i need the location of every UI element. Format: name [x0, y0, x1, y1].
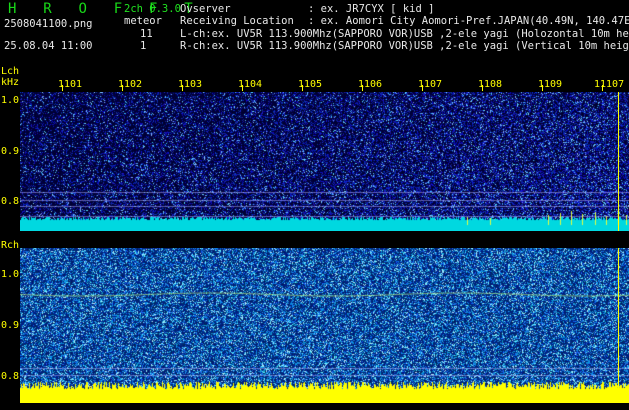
time-tick-mark — [482, 85, 483, 91]
mode-label: 2ch 0.3.0 — [124, 3, 181, 15]
lch-unit-label: kHz — [1, 77, 20, 88]
lch-label: Lch — [1, 66, 20, 77]
lch-ytick-0-8: 0.8 — [1, 196, 20, 207]
lch-receiver-info: L-ch:ex. UV5R 113.900Mhz(SAPPORO VOR)USB… — [180, 28, 629, 40]
rch-ytick-1-0: 1.0 — [1, 269, 20, 280]
count-label: meteor — [124, 15, 162, 27]
time-tick-mark — [122, 85, 123, 91]
meteor-count-rch: 1 — [140, 40, 147, 52]
lch-current-time-marker — [618, 92, 619, 231]
time-tick-mark — [602, 85, 603, 91]
lch-ytick-1-0: 1.0 — [1, 95, 20, 106]
time-tick-mark — [302, 85, 303, 91]
time-tick-mark — [362, 85, 363, 91]
time-tick-mark — [542, 85, 543, 91]
lch-ytick-0-9: 0.9 — [1, 146, 20, 157]
time-tick-mark — [422, 85, 423, 91]
lch-spectrogram — [20, 92, 629, 231]
location-value: : ex. Aomori City Aomori-Pref.JAPAN(40.4… — [308, 15, 629, 27]
filename-label: 2508041100.png — [4, 18, 93, 30]
time-tick-11107: 11107 — [594, 79, 625, 90]
meteor-count-lch: 11 — [140, 28, 153, 40]
rch-spectrogram — [20, 248, 629, 403]
rch-receiver-info: R-ch:ex. UV5R 113.900Mhz(SAPPORO VOR)USB… — [180, 40, 629, 52]
rch-label: Rch — [1, 240, 20, 251]
location-label: Receiving Location — [180, 15, 294, 27]
time-tick-mark — [242, 85, 243, 91]
rch-current-time-marker — [618, 248, 619, 403]
time-tick-mark — [182, 85, 183, 91]
observer-label: Ovserver — [180, 3, 231, 15]
datetime-label: 25.08.04 11:00 — [4, 40, 93, 52]
rch-ytick-0-8: 0.8 — [1, 371, 20, 382]
rch-ytick-0-9: 0.9 — [1, 320, 20, 331]
time-tick-mark — [62, 85, 63, 91]
observer-value: : ex. JR7CYX [ kid ] — [308, 3, 435, 15]
